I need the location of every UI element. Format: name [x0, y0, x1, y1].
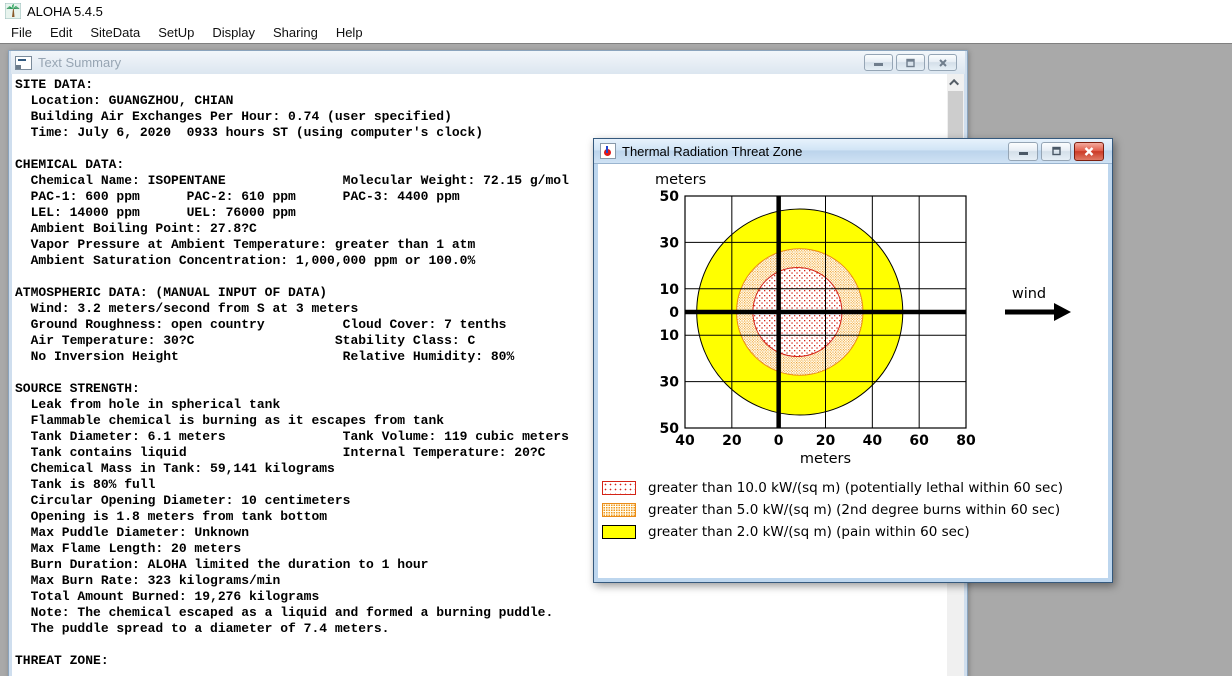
summary-line: The puddle spread to a diameter of 7.4 m…: [15, 621, 390, 636]
app-title: ALOHA 5.4.5: [27, 3, 103, 19]
legend-item-orange: greater than 5.0 kW/(sq m) (2nd degree b…: [602, 499, 1107, 521]
x-tick-label: 40: [863, 433, 883, 449]
x-tick-label: 20: [816, 433, 836, 449]
thermal-window-icon: [600, 143, 616, 159]
y-tick-label: 50: [660, 189, 680, 205]
x-axis-label: meters: [800, 451, 851, 467]
close-button[interactable]: [928, 54, 957, 71]
aloha-app-window: { "app": { "title": "ALOHA 5.4.5", "icon…: [0, 0, 1232, 676]
summary-line: [15, 637, 947, 653]
menu-sitedata[interactable]: SiteData: [81, 23, 149, 42]
y-tick-label: 50: [660, 421, 680, 437]
app-title-bar[interactable]: ALOHA 5.4.5: [0, 0, 1232, 22]
thermal-threat-zone-window: Thermal Radiation Threat Zone 40 20 0 20…: [593, 138, 1113, 583]
menu-bar: File Edit SiteData SetUp Display Sharing…: [0, 22, 1232, 43]
menu-sharing[interactable]: Sharing: [264, 23, 327, 42]
summary-line: Building Air Exchanges Per Hour: 0.74 (u…: [15, 109, 452, 124]
maximize-button[interactable]: [1041, 141, 1071, 161]
x-tick-label: 20: [722, 433, 742, 449]
threat-zone-chart: 40 20 0 20 40 60 805030100103050metersmeterswi…: [655, 172, 1071, 467]
x-tick-label: 0: [774, 433, 784, 449]
menu-file[interactable]: File: [2, 23, 41, 42]
summary-line: Total Amount Burned: 19,276 kilograms: [15, 589, 320, 604]
menu-edit[interactable]: Edit: [41, 23, 81, 42]
y-tick-label: 30: [660, 235, 680, 251]
threat-zone-legend: greater than 10.0 kW/(sq m) (potentially…: [602, 477, 1107, 543]
legend-label: greater than 5.0 kW/(sq m) (2nd degree b…: [648, 502, 1061, 518]
text-summary-document-icon: [15, 55, 32, 70]
y-axis-label: meters: [655, 172, 706, 188]
thermal-window-title: Thermal Radiation Threat Zone: [622, 143, 803, 159]
menu-setup[interactable]: SetUp: [149, 23, 203, 42]
scroll-up-button[interactable]: [947, 74, 964, 91]
minimize-button[interactable]: [864, 54, 893, 71]
wind-arrow-head: [1054, 303, 1071, 321]
summary-line: Location: GUANGZHOU, CHIAN: [15, 93, 234, 108]
text-summary-title-bar[interactable]: Text Summary: [11, 51, 965, 74]
chevron-up-icon: [949, 78, 960, 89]
close-button[interactable]: [1074, 141, 1104, 161]
legend-swatch-yellow-zone: [602, 525, 636, 539]
legend-label: greater than 10.0 kW/(sq m) (potentially…: [648, 480, 1064, 496]
legend-item-red: greater than 10.0 kW/(sq m) (potentially…: [602, 477, 1107, 499]
summary-line: Note: The chemical escaped as a liquid a…: [15, 605, 554, 620]
thermal-window-title-bar[interactable]: Thermal Radiation Threat Zone: [594, 139, 1112, 164]
wind-label: wind: [1012, 286, 1046, 302]
y-tick-label: 30: [660, 375, 680, 391]
y-tick-label: 10: [660, 328, 680, 344]
legend-swatch-orange-zone: [602, 503, 636, 517]
summary-line: THREAT ZONE:: [15, 653, 109, 668]
y-tick-label: 0: [669, 305, 679, 321]
maximize-button[interactable]: [896, 54, 925, 71]
threat-zone-plot-area: 40 20 0 20 40 60 80 50 30 10 0 10 30 50 meters meters wi…: [598, 164, 1108, 578]
summary-line: SITE DATA:: [15, 77, 94, 92]
x-tick-label: 60: [909, 433, 929, 449]
legend-label: greater than 2.0 kW/(sq m) (pain within …: [648, 524, 970, 540]
menu-help[interactable]: Help: [327, 23, 372, 42]
aloha-palm-tree-icon: [4, 2, 22, 20]
minimize-button[interactable]: [1008, 141, 1038, 161]
menu-display[interactable]: Display: [203, 23, 264, 42]
legend-item-yellow: greater than 2.0 kW/(sq m) (pain within …: [602, 521, 1107, 543]
legend-swatch-red-zone: [602, 481, 636, 495]
text-summary-title: Text Summary: [38, 55, 122, 70]
y-tick-label: 10: [660, 282, 680, 298]
x-tick-label: 80: [956, 433, 976, 449]
